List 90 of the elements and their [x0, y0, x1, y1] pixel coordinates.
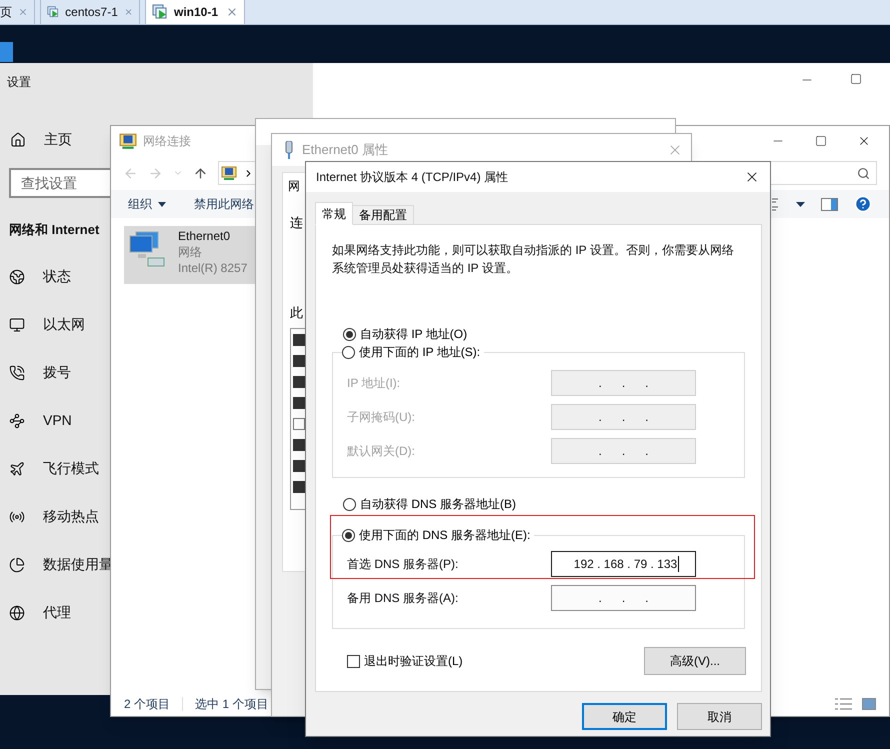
description-text: 如果网络支持此功能，则可以获取自动指派的 IP 设置。否则，你需要从网络系统管理员处获得适当的 IP 设置。 [332, 242, 735, 277]
help-icon[interactable] [854, 195, 872, 213]
checkbox[interactable] [293, 439, 305, 451]
desktop-shortcut-icon [0, 42, 13, 62]
radio-button[interactable] [342, 528, 355, 542]
checkbox[interactable] [293, 418, 305, 430]
field-label: 备用 DNS 服务器(A): [347, 590, 460, 607]
window-title: 网络连接 [143, 133, 191, 150]
radio-label: 自动获得 DNS 服务器地址(B) [360, 496, 516, 513]
details-view-icon[interactable] [835, 698, 852, 710]
ethernet-icon [9, 316, 25, 332]
field-value: 192 . 168 . 79 . 133 [574, 556, 678, 573]
proxy-icon [9, 604, 25, 620]
ip-address-field[interactable]: . . . [551, 585, 696, 611]
vm-icon [152, 4, 168, 20]
network-icon [220, 165, 237, 181]
checkbox[interactable] [293, 460, 305, 472]
vpn-icon [9, 412, 25, 428]
preview-pane-icon[interactable] [821, 198, 838, 210]
dropdown-icon[interactable] [796, 202, 805, 206]
field-label: 首选 DNS 服务器(P): [347, 556, 460, 573]
checkbox[interactable] [293, 481, 305, 493]
connection-device: Intel(R) 8257 [178, 260, 248, 276]
search-field[interactable]: 查找设置 [9, 168, 110, 198]
selection-count: 选中 1 个项目 [195, 696, 268, 713]
vm-tab[interactable]: centos7-1 [40, 0, 140, 24]
window-title: Ethernet0 属性 [302, 141, 388, 160]
vm-tab-label: centos7-1 [65, 4, 118, 20]
dialup-icon [9, 364, 25, 380]
connection-name: Ethernet0 [178, 228, 232, 244]
vm-tab[interactable]: 页 [0, 0, 35, 24]
field-value: . . . [598, 375, 648, 392]
vm-tab-label: win10-1 [174, 4, 218, 20]
field-label: 子网掩码(U): [347, 409, 416, 426]
airplane-icon [9, 460, 25, 476]
maximize-icon[interactable] [815, 135, 827, 147]
sidebar-item[interactable]: 拨号 [9, 362, 71, 384]
field-label: 默认网关(D): [347, 443, 416, 460]
field-value: . . . [598, 590, 648, 607]
text-cursor [678, 556, 680, 572]
ip-address-field[interactable]: 192 . 168 . 79 . 133 [551, 551, 696, 577]
connect-label: 连 [290, 214, 304, 232]
item-count: 2 个项目 [124, 696, 170, 713]
checkbox[interactable] [293, 334, 305, 346]
network-icon [119, 132, 137, 150]
up-icon[interactable] [192, 166, 208, 180]
sidebar-item[interactable]: 状态 [9, 266, 71, 288]
home-item[interactable]: 主页 [10, 129, 72, 150]
dialog-tab[interactable]: 常规 [315, 202, 353, 225]
network-adapter-icon [284, 141, 294, 159]
checkbox[interactable] [293, 397, 305, 409]
section-title: 网络和 Internet [9, 221, 100, 239]
field-label: IP 地址(I): [347, 375, 402, 392]
vm-icon [47, 4, 60, 20]
advanced-button[interactable]: 高级(V)... [644, 647, 746, 675]
checkbox-label: 退出时验证设置(L) [364, 653, 463, 670]
field-value: . . . [598, 443, 648, 460]
radio-button[interactable] [343, 498, 356, 510]
sidebar-item[interactable]: 代理 [9, 602, 71, 624]
status-icon [9, 268, 25, 284]
dropdown-icon [158, 202, 166, 206]
vm-tab[interactable]: win10-1 [145, 0, 245, 24]
connection-status: 网络 [178, 244, 203, 260]
radio-label: 自动获得 IP 地址(O) [360, 326, 468, 343]
window-title: 设置 [7, 74, 32, 91]
data-icon [9, 556, 25, 572]
home-icon [10, 132, 26, 148]
radio-label: 使用下面的 IP 地址(S): [359, 344, 480, 361]
toolbar-button[interactable]: 禁用此网络 [194, 195, 254, 213]
dialog-button[interactable]: 确定 [582, 703, 667, 730]
radio-button[interactable] [342, 346, 355, 358]
radio-button[interactable] [343, 328, 356, 340]
sidebar-item[interactable]: 数据使用量 [9, 554, 113, 576]
radio-label: 使用下面的 DNS 服务器地址(E): [359, 527, 530, 544]
field-value: . . . [598, 409, 648, 426]
checkbox[interactable] [293, 355, 305, 367]
toolbar-button[interactable]: 组织 [128, 195, 166, 213]
dialog-tab[interactable]: 备用配置 [352, 205, 414, 225]
window-title: Internet 协议版本 4 (TCP/IPv4) 属性 [316, 169, 508, 186]
sidebar-item[interactable]: VPN [9, 410, 72, 432]
vm-tab-label: 页 [0, 4, 12, 20]
components-label: 此 [290, 304, 304, 322]
dialog-button[interactable]: 取消 [677, 703, 762, 730]
checkbox[interactable] [347, 654, 360, 668]
search-icon [857, 166, 870, 180]
sidebar-item[interactable]: 移动热点 [9, 506, 99, 528]
checkbox[interactable] [293, 376, 305, 388]
maximize-icon[interactable] [850, 73, 862, 85]
sidebar-item[interactable]: 以太网 [9, 314, 85, 336]
sidebar-item[interactable]: 飞行模式 [9, 458, 99, 480]
